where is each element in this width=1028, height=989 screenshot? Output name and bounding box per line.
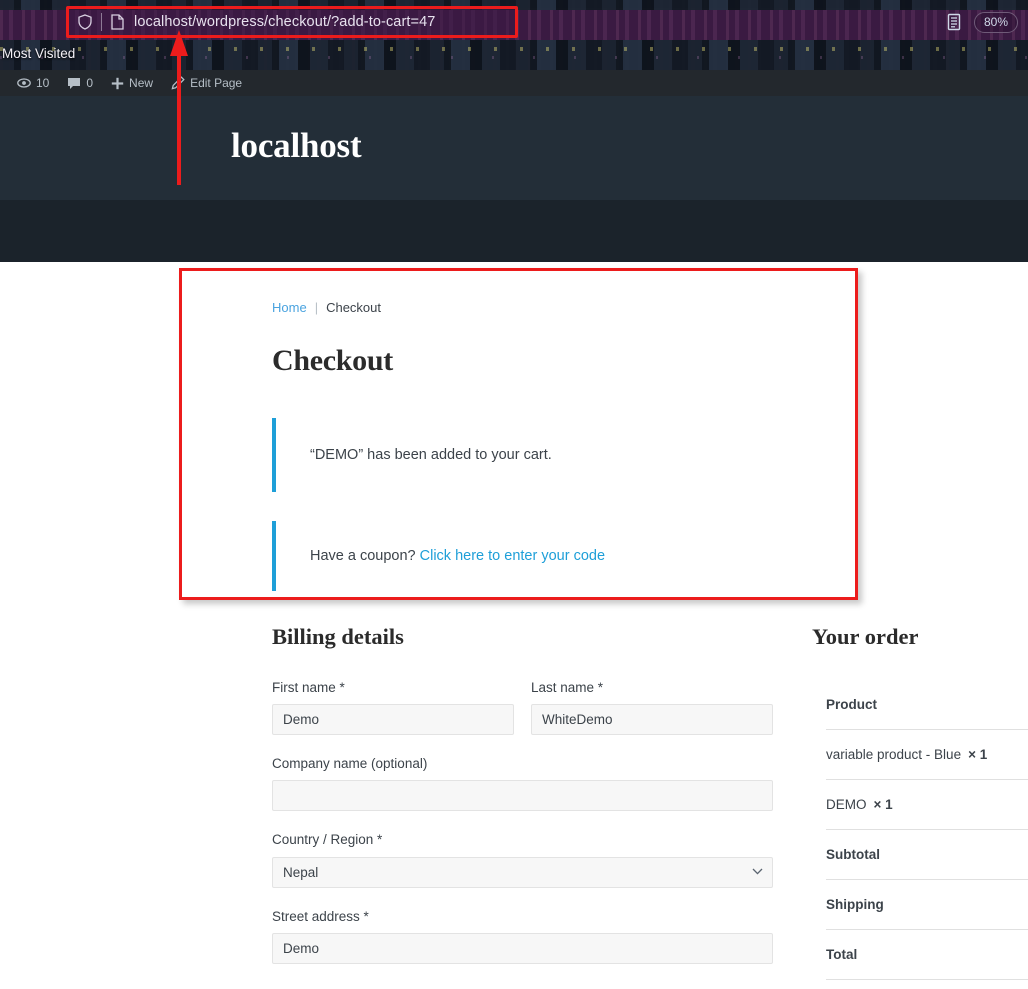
page-title: Checkout bbox=[272, 344, 393, 377]
your-order-heading: Your order bbox=[812, 624, 919, 649]
last-name-input[interactable] bbox=[531, 704, 773, 736]
street-address-input[interactable] bbox=[272, 932, 773, 964]
street-address-label: Street address * bbox=[272, 908, 369, 924]
admin-bar-new[interactable]: New bbox=[102, 70, 162, 96]
admin-bar-updates[interactable]: 10 bbox=[8, 70, 58, 96]
cart-added-notice-text: “DEMO” has been added to your cart. bbox=[310, 447, 552, 463]
order-subtotal-label: Subtotal bbox=[826, 847, 880, 862]
billing-form: First name * Last name * Company name (o… bbox=[272, 680, 773, 985]
updates-count: 10 bbox=[36, 76, 50, 90]
order-line-item: DEMO × 1 bbox=[826, 780, 1028, 830]
toolbar-right-controls: 80% bbox=[946, 6, 1018, 38]
site-nav-bar bbox=[0, 200, 1028, 262]
country-select-wrapper: Nepal bbox=[272, 856, 773, 888]
site-title[interactable]: localhost bbox=[231, 126, 362, 166]
edit-page-label: Edit Page bbox=[190, 76, 243, 90]
order-item-qty: × 1 bbox=[968, 747, 988, 762]
admin-bar-comments[interactable]: 0 bbox=[58, 70, 102, 96]
page-icon[interactable] bbox=[110, 14, 125, 30]
site-header: localhost bbox=[0, 96, 1028, 200]
comments-icon bbox=[68, 77, 81, 89]
field-country-region: Country / Region * Nepal bbox=[272, 832, 773, 888]
plus-icon bbox=[111, 77, 124, 89]
coupon-toggle-link[interactable]: Click here to enter your code bbox=[420, 548, 605, 564]
urlbar-divider bbox=[101, 13, 102, 31]
breadcrumb-current: Checkout bbox=[326, 300, 381, 315]
name-row: First name * Last name * bbox=[272, 680, 773, 756]
company-name-label: Company name (optional) bbox=[272, 756, 428, 772]
field-last-name: Last name * bbox=[531, 680, 773, 736]
billing-details-heading: Billing details bbox=[272, 624, 404, 649]
wp-admin-bar: 10 0 New Edit Page bbox=[0, 70, 1028, 96]
bookmark-most-visited[interactable]: Most Visited bbox=[2, 46, 75, 61]
breadcrumb-home[interactable]: Home bbox=[272, 300, 307, 315]
order-subtotal-row: Subtotal bbox=[826, 830, 1028, 880]
last-name-label: Last name * bbox=[531, 680, 604, 695]
coupon-prompt-text: Have a coupon? bbox=[310, 548, 416, 564]
order-item-qty: × 1 bbox=[873, 797, 893, 812]
field-street-address: Street address * bbox=[272, 909, 773, 964]
order-item-name: variable product - Blue bbox=[826, 747, 962, 762]
address-bar[interactable]: localhost/wordpress/checkout/?add-to-car… bbox=[66, 6, 518, 38]
order-total-row: Total bbox=[826, 930, 1028, 980]
new-label: New bbox=[129, 76, 154, 90]
field-first-name: First name * bbox=[272, 680, 514, 736]
cart-added-notice: “DEMO” has been added to your cart. bbox=[272, 418, 744, 492]
field-company-name: Company name (optional) bbox=[272, 756, 773, 812]
order-shipping-label: Shipping bbox=[826, 897, 884, 912]
order-review-table: Product variable product - Blue × 1 DEMO… bbox=[826, 680, 1028, 980]
toolbar-skyline-windows bbox=[0, 40, 1028, 70]
first-name-input[interactable] bbox=[272, 704, 514, 736]
comments-count: 0 bbox=[86, 76, 94, 90]
screenshot-root: localhost/wordpress/checkout/?add-to-car… bbox=[0, 0, 1028, 989]
first-name-label: First name * bbox=[272, 680, 345, 695]
country-region-select[interactable]: Nepal bbox=[272, 856, 773, 888]
updates-icon bbox=[17, 78, 31, 88]
shield-icon[interactable] bbox=[77, 14, 93, 30]
order-item-name: DEMO bbox=[826, 797, 867, 812]
admin-bar-edit-page[interactable]: Edit Page bbox=[162, 70, 251, 96]
coupon-notice: Have a coupon? Click here to enter your … bbox=[272, 521, 744, 591]
breadcrumb-separator: | bbox=[314, 300, 319, 315]
order-shipping-row: Shipping bbox=[826, 880, 1028, 930]
order-line-item: variable product - Blue × 1 bbox=[826, 730, 1028, 780]
reader-mode-icon[interactable] bbox=[946, 13, 962, 31]
browser-toolbar: localhost/wordpress/checkout/?add-to-car… bbox=[0, 0, 1028, 70]
order-total-label: Total bbox=[826, 947, 858, 962]
breadcrumb: Home | Checkout bbox=[272, 300, 381, 315]
country-region-label: Country / Region * bbox=[272, 832, 383, 848]
order-table-header: Product bbox=[826, 680, 1028, 730]
company-name-input[interactable] bbox=[272, 780, 773, 812]
order-column-product: Product bbox=[826, 697, 878, 712]
pencil-icon bbox=[171, 76, 185, 90]
url-text[interactable]: localhost/wordpress/checkout/?add-to-car… bbox=[134, 14, 435, 30]
zoom-level-badge[interactable]: 80% bbox=[973, 11, 1018, 33]
